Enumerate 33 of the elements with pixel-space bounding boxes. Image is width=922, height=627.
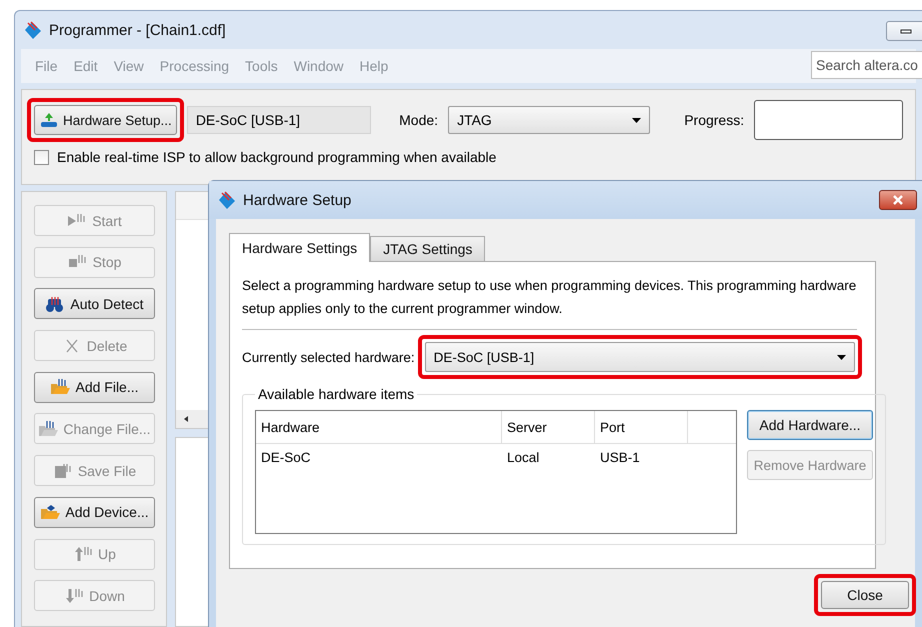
mode-label: Mode: [399, 112, 438, 128]
hardware-value-field: DE-SoC [USB-1] [186, 106, 372, 134]
menu-item[interactable]: View [106, 58, 152, 74]
menu-item[interactable]: Help [352, 58, 396, 74]
mode-dropdown[interactable]: JTAG [448, 106, 650, 134]
tab[interactable]: Hardware Settings [229, 233, 370, 262]
search-field[interactable]: Search altera.co [811, 51, 922, 79]
menu-item[interactable]: Window [286, 58, 352, 74]
menu-item[interactable]: Tools [237, 58, 286, 74]
isp-label: Enable real-time ISP to allow background programming when available [57, 149, 496, 165]
table-cell-text: Local [506, 450, 540, 464]
group-title: Available hardware items [257, 386, 416, 402]
menu-item[interactable]: Edit [66, 58, 106, 74]
column-header[interactable]: Port [595, 411, 688, 443]
add-device-button[interactable]: Add Device... [34, 496, 154, 528]
hardware-dropdown[interactable]: DE-SoC [USB-1] [424, 342, 855, 372]
description-text: Select a programming hardware setup to use when programming devices. This programming hardware setup applies only to the current programmer window. [242, 274, 857, 330]
table-cell-text: USB-1 [599, 450, 641, 464]
window-title: Programmer - [Chain1.cdf] [49, 22, 226, 38]
progress-label: Progress: [684, 112, 744, 128]
table-cell-text: DE-SoC [260, 450, 312, 464]
add-file-button[interactable]: Add File... [34, 372, 154, 403]
tab[interactable]: JTAG Settings [370, 236, 486, 261]
column-header[interactable]: Server [502, 411, 595, 443]
menu-item[interactable]: File [27, 58, 66, 74]
detect-button[interactable]: Auto Detect [34, 288, 154, 320]
hardware-setup-button[interactable]: Hardware Setup... [34, 105, 177, 135]
add-hardware-button[interactable]: Add Hardware... [747, 410, 873, 440]
current-hardware-label: Currently selected hardware: [242, 350, 415, 364]
dialog-title: Hardware Setup [243, 192, 352, 208]
menu-item[interactable]: Processing [152, 58, 238, 74]
column-header[interactable]: Hardware [256, 411, 502, 443]
close-dialog-button[interactable]: Close [821, 581, 909, 609]
